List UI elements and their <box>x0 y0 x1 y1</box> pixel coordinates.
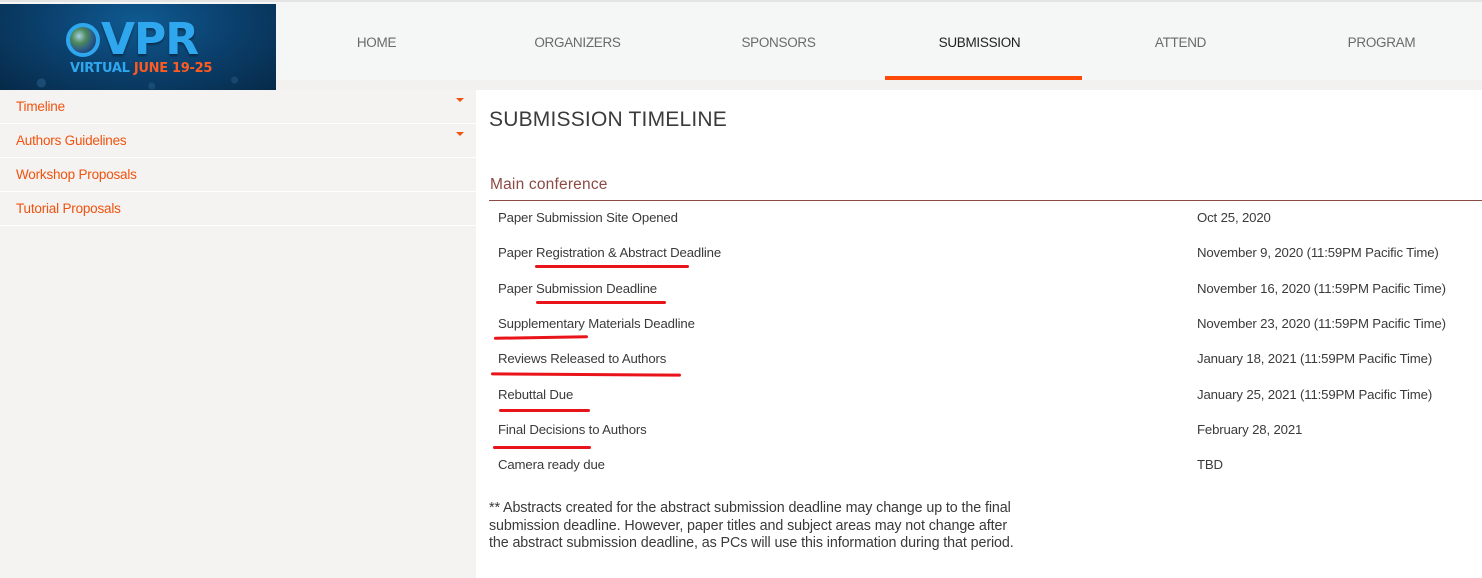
timeline-date: Oct 25, 2020 <box>1197 210 1271 225</box>
timeline-row: Supplementary Materials Deadline Novembe… <box>498 316 1478 336</box>
nav-attend[interactable]: ATTEND <box>1080 2 1281 80</box>
sidebar-item-label: Authors Guidelines <box>16 133 127 148</box>
timeline-event: Paper Registration & Abstract Deadline <box>498 245 722 260</box>
logo-dates: JUNE 19-25 <box>133 61 213 76</box>
nav-sponsors[interactable]: SPONSORS <box>678 2 879 80</box>
annotation-underline <box>493 335 589 340</box>
main-content: SUBMISSION TIMELINE Main conference Pape… <box>476 90 1482 578</box>
caret-down-icon[interactable] <box>456 98 464 102</box>
nav-submission[interactable]: SUBMISSION <box>879 2 1082 80</box>
logo-virtual: VIRTUAL <box>70 61 130 76</box>
nav-program[interactable]: PROGRAM <box>1281 2 1482 80</box>
sidebar: Timeline Authors Guidelines Workshop Pro… <box>0 90 476 578</box>
timeline-event: Supplementary Materials Deadline <box>498 316 695 331</box>
sidebar-item-authors-guidelines[interactable]: Authors Guidelines <box>0 124 476 158</box>
nav-organizers[interactable]: ORGANIZERS <box>477 2 678 80</box>
site-header: VPR VIRTUAL JUNE 19-25 HOME ORGANIZERS S… <box>0 0 1482 92</box>
annotation-underline <box>493 446 591 449</box>
timeline-row: Camera ready due TBD <box>498 457 1478 477</box>
page-title: SUBMISSION TIMELINE <box>489 108 727 131</box>
timeline-event: Reviews Released to Authors <box>498 351 667 366</box>
section-divider <box>489 200 1482 201</box>
timeline-date: January 18, 2021 (11:59PM Pacific Time) <box>1197 351 1433 366</box>
timeline-event: Final Decisions to Authors <box>498 422 647 437</box>
timeline-row: Rebuttal Due January 25, 2021 (11:59PM P… <box>498 387 1478 407</box>
cvpr-logo[interactable]: VPR VIRTUAL JUNE 19-25 <box>0 4 276 92</box>
timeline-event: Paper Submission Deadline <box>498 281 657 296</box>
sidebar-item-label: Tutorial Proposals <box>16 201 121 216</box>
timeline-date: TBD <box>1197 457 1223 472</box>
nav-home[interactable]: HOME <box>276 2 477 80</box>
timeline-row: Reviews Released to Authors January 18, … <box>498 351 1478 371</box>
sidebar-item-timeline[interactable]: Timeline <box>0 90 476 124</box>
timeline-date: November 9, 2020 (11:59PM Pacific Time) <box>1197 245 1439 260</box>
timeline-date: January 25, 2021 (11:59PM Pacific Time) <box>1197 387 1433 402</box>
globe-icon <box>66 23 100 57</box>
sidebar-item-tutorial-proposals[interactable]: Tutorial Proposals <box>0 192 476 226</box>
sidebar-item-workshop-proposals[interactable]: Workshop Proposals <box>0 158 476 192</box>
timeline-date: November 23, 2020 (11:59PM Pacific Time) <box>1197 316 1446 331</box>
timeline-date: November 16, 2020 (11:59PM Pacific Time) <box>1197 281 1446 296</box>
annotation-underline <box>536 301 666 304</box>
timeline-event: Camera ready due <box>498 457 605 472</box>
caret-down-icon[interactable] <box>456 132 464 136</box>
logo-tagline: VIRTUAL JUNE 19-25 <box>70 61 212 76</box>
annotation-underline <box>535 265 689 268</box>
timeline-row: Paper Submission Site Opened Oct 25, 202… <box>498 210 1478 230</box>
sidebar-item-label: Workshop Proposals <box>16 167 137 182</box>
sidebar-item-label: Timeline <box>16 99 65 114</box>
annotation-underline <box>499 409 590 412</box>
timeline-row: Paper Submission Deadline November 16, 2… <box>498 281 1478 301</box>
annotation-underline <box>490 372 682 377</box>
timeline-date: February 28, 2021 <box>1197 422 1303 437</box>
timeline-row: Paper Registration & Abstract Deadline N… <box>498 245 1478 265</box>
timeline-event: Paper Submission Site Opened <box>498 210 678 225</box>
abstract-note: ** Abstracts created for the abstract su… <box>489 500 1014 551</box>
section-title: Main conference <box>490 176 608 193</box>
timeline-event: Rebuttal Due <box>498 387 574 402</box>
main-nav: HOME ORGANIZERS SPONSORS SUBMISSION ATTE… <box>276 2 1482 80</box>
logo-text: VPR <box>101 14 199 65</box>
timeline-row: Final Decisions to Authors February 28, … <box>498 422 1478 442</box>
logo-wordmark: VPR <box>66 14 199 65</box>
